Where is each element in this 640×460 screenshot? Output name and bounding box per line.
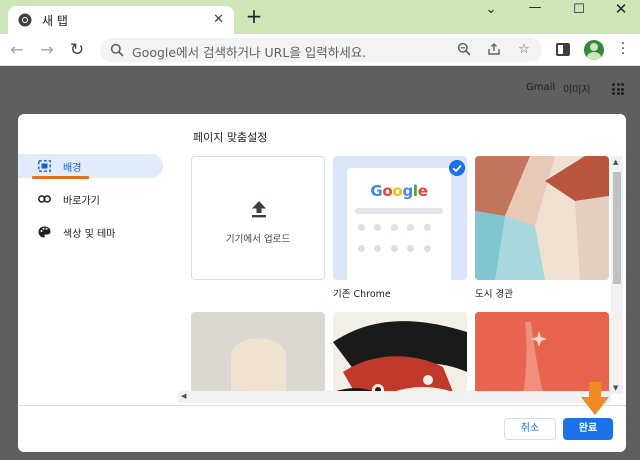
cityscape-tile[interactable] [475,156,609,280]
profile-icon[interactable] [584,40,604,60]
apps-grid-icon[interactable] [612,83,624,95]
palette-icon [38,226,51,238]
upload-label: 기기에서 업로드 [225,234,291,245]
cancel-button[interactable]: 취소 [504,418,556,440]
address-bar-placeholder: Google에서 검색하거나 URL을 입력하세요. [132,45,367,60]
close-tab-icon[interactable]: ✕ [213,12,224,27]
zoom-icon[interactable] [456,42,472,58]
menu-icon[interactable]: · · · [620,37,626,61]
star-icon[interactable]: ☆ [516,42,532,58]
dialog-divider [18,405,626,406]
sidebar-item-label: 바로가기 [63,196,100,207]
upload-icon [252,201,266,218]
chrome-icon [18,13,32,27]
browser-tab[interactable]: 새 탭 ✕ [8,6,234,34]
scroll-down-icon[interactable]: ▼ [613,384,618,392]
highlight-underline [32,176,89,179]
scroll-up-icon[interactable]: ▲ [613,158,618,166]
preview-search-bar [355,208,443,214]
browser-title-bar: 새 탭 ✕ + ⌄ — ☐ ✕ [0,0,640,34]
classic-preview-card: Google [347,168,451,280]
sidebar-item-background[interactable]: 배경 [18,154,163,178]
sidebar-item-label: 색상 및 테마 [63,229,116,240]
new-tab-button[interactable]: + [244,6,264,28]
classic-chrome-label: 기존 Chrome [333,289,391,300]
share-icon[interactable] [486,42,502,58]
classic-chrome-tile[interactable]: Google [333,156,467,280]
done-button[interactable]: 완료 [563,418,613,440]
minimize-button[interactable]: — [512,0,558,20]
cityscape-label: 도시 경관 [475,289,513,300]
tab-search-icon[interactable]: ⌄ [468,2,514,22]
tab-title: 새 탭 [42,14,68,28]
customize-dialog: 페이지 맞춤설정 배경 바로가기 색상 및 테마 기기에서 업로드 Google… [18,114,626,452]
link-icon [38,195,51,203]
checkmark-icon [449,160,465,176]
dialog-title: 페이지 맞춤설정 [193,131,268,144]
cityscape-image [475,156,609,280]
sculpture-image [191,312,325,394]
images-link[interactable]: 이미지 [563,81,591,96]
horizontal-scrollbar[interactable]: ◀ [178,391,611,403]
forward-arrow-icon[interactable]: → [36,39,58,61]
scrollbar-thumb[interactable] [613,172,621,284]
dialog-sidebar: 배경 바로가기 색상 및 테마 [18,154,178,253]
background-grid: 기기에서 업로드 Google 기존 Chrome 도시 경관 [191,154,611,394]
back-arrow-icon[interactable]: ← [6,39,28,61]
sidebar-item-color-theme[interactable]: 색상 및 테마 [18,220,178,244]
scroll-left-icon[interactable]: ◀ [181,392,186,400]
search-icon [110,43,124,57]
close-window-button[interactable]: ✕ [598,0,640,20]
art-image [333,312,467,394]
background-icon [38,160,51,172]
sidebar-item-label: 배경 [63,163,82,174]
background-tile-sculpture[interactable] [191,312,325,394]
google-logo: Google [370,182,428,200]
background-tile-art[interactable] [333,312,467,394]
gmail-link[interactable]: Gmail [526,82,555,93]
side-panel-icon[interactable] [556,43,570,56]
maximize-button[interactable]: ☐ [556,2,602,22]
preview-shortcuts [358,224,440,252]
upload-tile[interactable]: 기기에서 업로드 [191,156,325,280]
browser-toolbar: ← → ↻ Google에서 검색하거나 URL을 입력하세요. ☆ · · · [0,34,640,66]
vertical-scrollbar[interactable]: ▲ ▼ [611,156,623,394]
sidebar-item-shortcuts[interactable]: 바로가기 [18,187,178,211]
address-bar[interactable]: Google에서 검색하거나 URL을 입력하세요. ☆ [100,38,542,62]
reload-icon[interactable]: ↻ [66,39,88,61]
down-arrow-indicator-icon [581,382,609,415]
